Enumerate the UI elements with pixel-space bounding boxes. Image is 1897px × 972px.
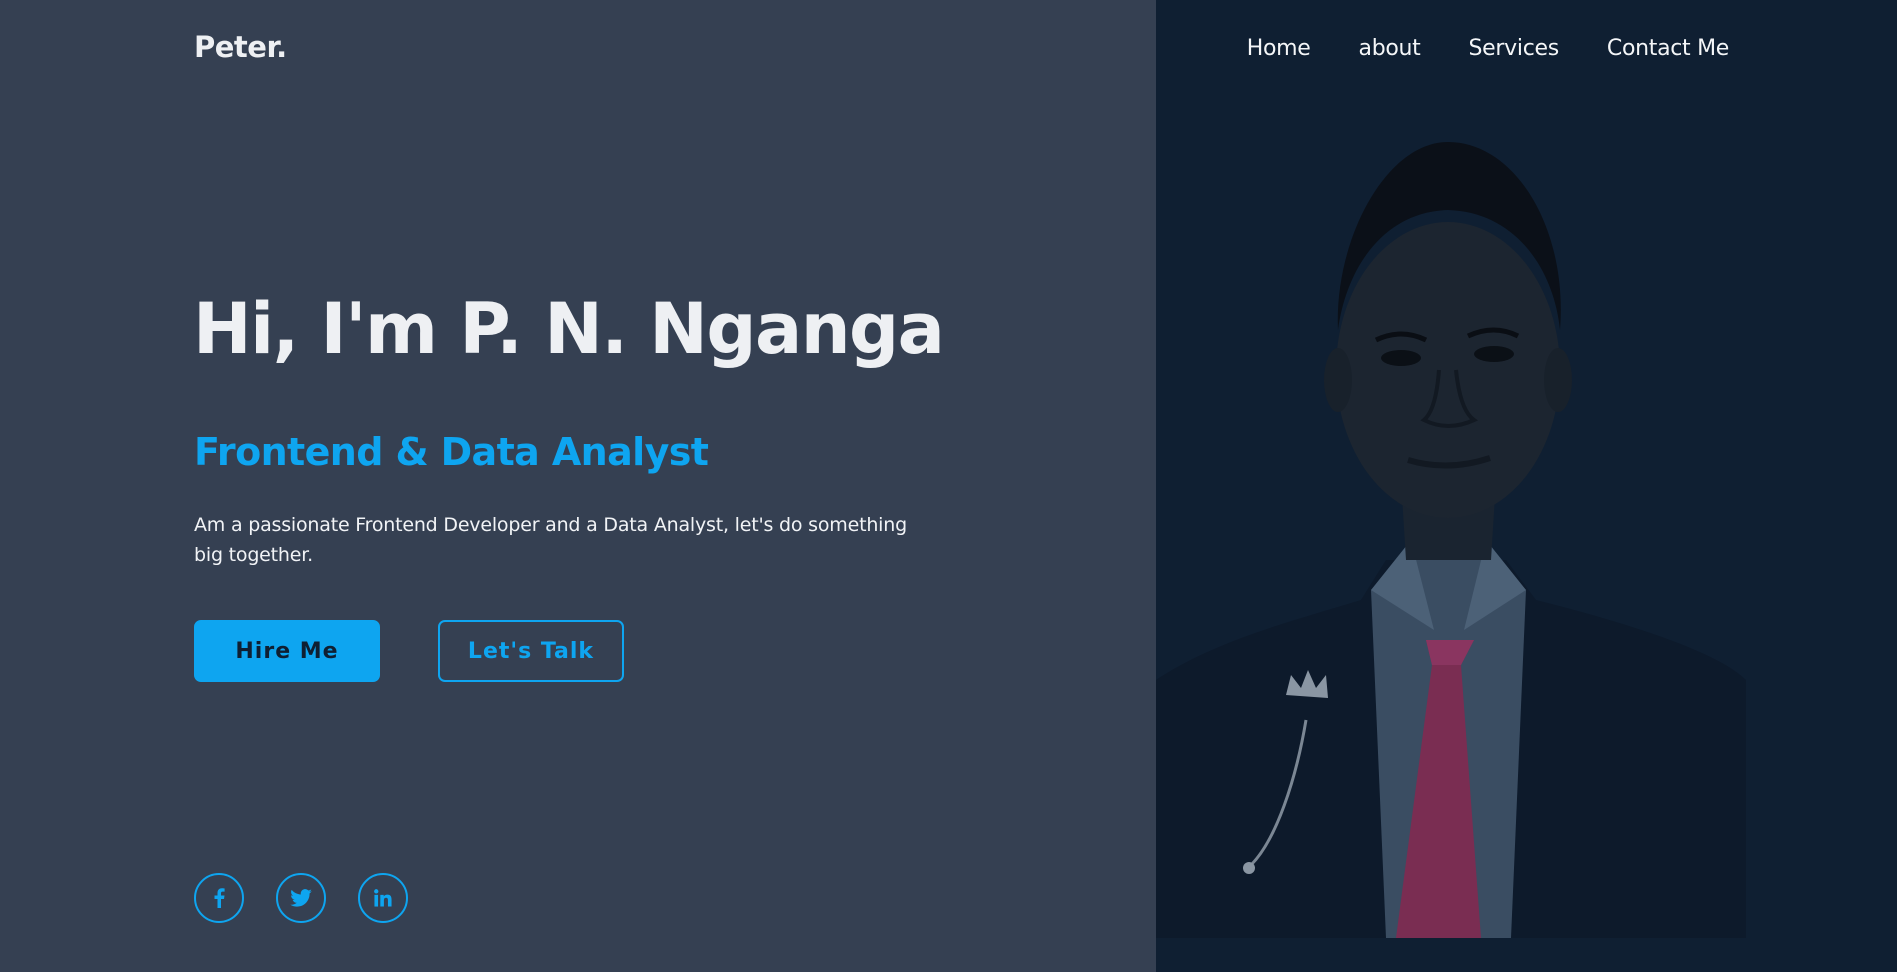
main-nav: Home about Services Contact Me [1247, 36, 1730, 61]
nav-home-link[interactable]: Home [1247, 36, 1311, 61]
nav-about-link[interactable]: about [1359, 36, 1421, 61]
nav-services-link[interactable]: Services [1469, 36, 1560, 61]
linkedin-link[interactable] [358, 873, 408, 923]
nav-contact-link[interactable]: Contact Me [1607, 36, 1729, 61]
page: Peter. Home about Services Contact Me Hi… [0, 0, 1897, 972]
hero-subtitle: Frontend & Data Analyst [194, 430, 709, 474]
facebook-icon [213, 888, 225, 908]
hire-me-button[interactable]: Hire Me [194, 620, 380, 682]
profile-photo [1156, 120, 1746, 938]
hero-description: Am a passionate Frontend Developer and a… [194, 514, 907, 566]
social-links [194, 873, 408, 923]
twitter-link[interactable] [276, 873, 326, 923]
twitter-icon [290, 889, 312, 907]
brand-logo[interactable]: Peter. [194, 30, 287, 64]
linkedin-icon [374, 889, 392, 907]
hero-title: Hi, I'm P. N. Nganga [193, 288, 945, 370]
facebook-link[interactable] [194, 873, 244, 923]
lets-talk-button[interactable]: Let's Talk [438, 620, 624, 682]
